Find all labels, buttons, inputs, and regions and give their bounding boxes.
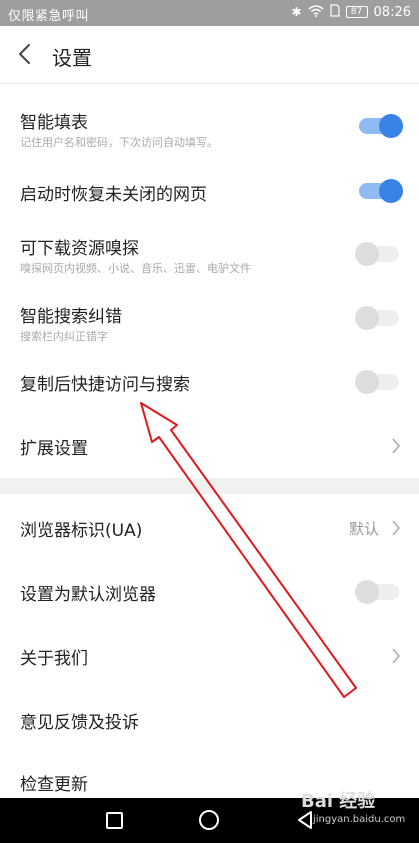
- setting-row-feedback[interactable]: 意见反馈及投诉: [0, 700, 419, 740]
- setting-description: 记住用户名和密码，下次访问自动填写。: [20, 136, 218, 149]
- copy-quick-toggle[interactable]: [355, 370, 399, 394]
- battery-icon: 87: [345, 6, 368, 18]
- setting-label: 检查更新: [20, 775, 88, 795]
- smart-fill-toggle[interactable]: [359, 114, 403, 138]
- setting-row-about[interactable]: 关于我们: [0, 636, 419, 676]
- home-icon[interactable]: [199, 810, 219, 830]
- setting-row-default-browser[interactable]: 设置为默认浏览器: [0, 572, 419, 612]
- setting-label: 浏览器标识(UA): [20, 521, 143, 541]
- watermark: Bai 经验 jingyan.baidu.com: [301, 785, 409, 833]
- sim-icon: [329, 4, 340, 20]
- app-header: 设置: [0, 26, 419, 84]
- download-sniff-toggle[interactable]: [355, 242, 399, 266]
- setting-label: 复制后快捷访问与搜索: [20, 375, 190, 395]
- default-browser-toggle[interactable]: [355, 580, 399, 604]
- setting-row-copy-quick[interactable]: 复制后快捷访问与搜索: [0, 362, 419, 402]
- status-icons: ✱ 87 08:26: [291, 4, 411, 20]
- status-carrier-text: 仅限紧急呼叫: [8, 9, 90, 24]
- bluetooth-icon: ✱: [291, 5, 302, 19]
- setting-label: 可下载资源嗅探: [20, 239, 139, 259]
- setting-label: 意见反馈及投诉: [20, 713, 139, 733]
- status-time: 08:26: [373, 4, 411, 20]
- setting-value: 默认: [348, 520, 379, 538]
- status-bar: 仅限紧急呼叫 ✱ 87 08:26: [0, 0, 419, 26]
- wifi-icon: [308, 4, 324, 20]
- setting-label: 启动时恢复未关闭的网页: [20, 185, 207, 205]
- setting-label: 智能搜索纠错: [20, 307, 122, 327]
- setting-row-restore-pages[interactable]: 启动时恢复未关闭的网页: [0, 172, 419, 212]
- setting-label: 设置为默认浏览器: [20, 585, 156, 605]
- recent-apps-icon[interactable]: [106, 812, 123, 829]
- watermark-brand: Bai 经验: [301, 791, 376, 812]
- chevron-right-icon: [392, 520, 400, 536]
- chevron-right-icon: [392, 648, 400, 664]
- setting-description: 搜索栏内纠正错字: [20, 330, 108, 343]
- setting-row-search-correct[interactable]: 智能搜索纠错 搜索栏内纠正错字: [0, 298, 419, 346]
- page-title: 设置: [52, 46, 92, 70]
- setting-row-extended[interactable]: 扩展设置: [0, 426, 419, 466]
- search-correct-toggle[interactable]: [355, 306, 399, 330]
- setting-description: 嗅探网页内视频、小说、音乐、迅雷、电驴文件: [20, 262, 251, 275]
- watermark-url: jingyan.baidu.com: [313, 814, 406, 825]
- setting-row-smart-fill[interactable]: 智能填表 记住用户名和密码，下次访问自动填写。: [0, 104, 419, 160]
- setting-row-download-sniff[interactable]: 可下载资源嗅探 嗅探网页内视频、小说、音乐、迅雷、电驴文件: [0, 230, 419, 280]
- setting-label: 扩展设置: [20, 439, 88, 459]
- back-arrow-icon[interactable]: [12, 40, 40, 68]
- restore-pages-toggle[interactable]: [359, 179, 403, 203]
- setting-row-ua[interactable]: 浏览器标识(UA) 默认: [0, 508, 419, 548]
- chevron-right-icon: [392, 438, 400, 454]
- setting-label: 关于我们: [20, 649, 88, 669]
- section-separator: [0, 478, 419, 494]
- setting-label: 智能填表: [20, 113, 88, 133]
